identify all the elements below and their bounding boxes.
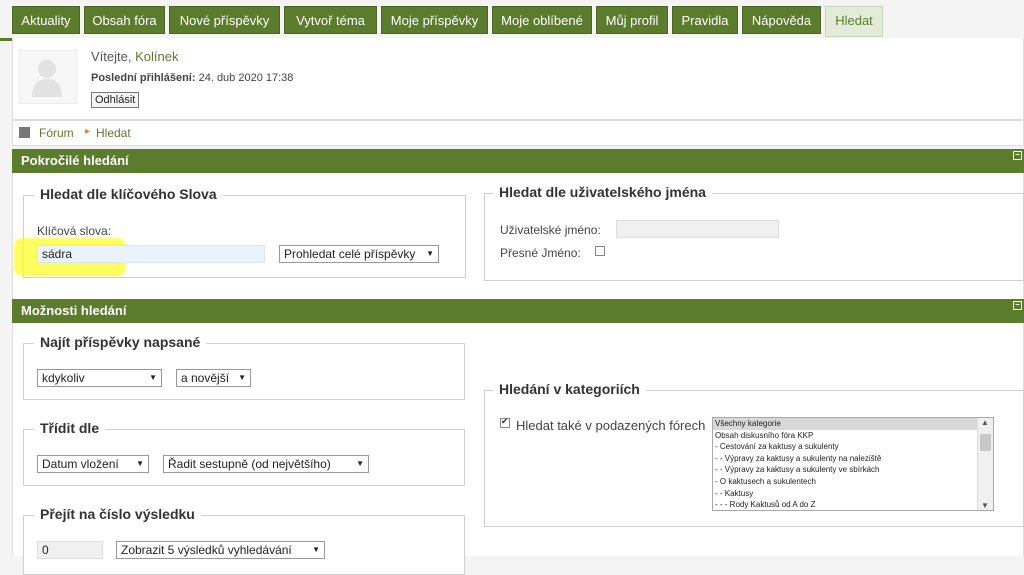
categories-legend: Hledání v kategoriích <box>493 381 646 397</box>
dropdown-arrow-icon: ▼ <box>136 459 144 468</box>
jump-legend: Přejít na číslo výsledku <box>34 506 201 522</box>
listbox-scrollbar[interactable]: ▲ ▼ <box>977 418 993 510</box>
category-option[interactable]: - Cestování za kaktusy a sukulenty <box>713 441 979 453</box>
sort-legend: Třídit dle <box>34 420 106 436</box>
category-option[interactable]: - O kaktusech a sukulentech <box>713 476 979 488</box>
last-login: Poslední přihlášení: 24. dub 2020 17:38 <box>91 72 293 84</box>
tab-nove-prispevky[interactable]: Nové příspěvky <box>169 6 280 34</box>
results-per-page-value: Zobrazit 5 výsledků vyhledávání <box>121 543 292 557</box>
sort-order-select[interactable]: Řadit sestupně (od největšího) ▼ <box>163 455 369 473</box>
tab-moje-oblibene[interactable]: Moje oblíbené <box>492 6 592 34</box>
tab-obsah-fora[interactable]: Obsah fóra <box>84 6 165 34</box>
category-option[interactable]: Obsah diskusního fóra KKP <box>713 430 979 442</box>
user-silhouette-icon <box>32 60 62 97</box>
results-per-page-select[interactable]: Zobrazit 5 výsledků vyhledávání ▼ <box>116 541 325 559</box>
search-scope-value: Prohledat celé příspěvky <box>284 247 416 261</box>
dropdown-arrow-icon: ▼ <box>149 373 157 382</box>
breadcrumb-forum-link[interactable]: Fórum <box>39 126 74 140</box>
forum-square-icon <box>19 127 30 138</box>
jump-result-input[interactable]: 0 <box>37 541 103 559</box>
scrollbar-thumb[interactable] <box>980 434 991 451</box>
dropdown-arrow-icon: ▼ <box>426 249 434 258</box>
username-input[interactable] <box>616 220 779 238</box>
last-login-value: 24. dub 2020 17:38 <box>198 72 294 84</box>
exact-name-label: Přesné Jméno: <box>500 246 581 260</box>
keyword-input[interactable]: sádra <box>37 245 265 263</box>
tab-napoveda[interactable]: Nápověda <box>742 6 821 34</box>
greeting-text: Vítejte, <box>91 49 132 64</box>
logout-button[interactable]: Odhlásit <box>91 92 140 108</box>
search-options-header: Možnosti hledání − <box>12 299 1024 323</box>
category-option[interactable]: - - Výpravy za kaktusy a sukulenty ve sb… <box>713 464 979 476</box>
main-nav-tabs: Aktuality Obsah fóra Nové příspěvky Vytv… <box>0 0 1024 41</box>
exact-name-checkbox[interactable] <box>595 246 605 256</box>
scroll-down-icon[interactable]: ▼ <box>981 501 989 510</box>
category-option[interactable]: - - Výpravy za kaktusy a sukulenty na na… <box>713 453 979 465</box>
tab-hledat[interactable]: Hledat <box>825 6 883 37</box>
dropdown-arrow-icon: ▼ <box>356 459 364 468</box>
tab-muj-profil[interactable]: Můj profil <box>596 6 668 34</box>
username-link[interactable]: Kolínek <box>135 49 178 64</box>
categories-listbox[interactable]: Všechny kategorie Obsah diskusního fóra … <box>712 417 994 511</box>
welcome-greeting: Vítejte, Kolínek <box>91 49 178 64</box>
avatar[interactable] <box>19 50 77 104</box>
category-option[interactable]: - - Kaktusy <box>713 488 979 500</box>
collapse-icon[interactable]: − <box>1013 301 1022 310</box>
breadcrumb: Fórum ▸ Hledat <box>12 120 1024 146</box>
subforums-checkbox[interactable] <box>500 416 510 428</box>
category-option[interactable]: - - - Rody Kaktusů od A do Z <box>713 499 979 510</box>
tab-moje-prispevky[interactable]: Moje příspěvky <box>381 6 488 34</box>
dropdown-arrow-icon: ▼ <box>238 373 246 382</box>
last-login-label: Poslední přihlášení: <box>91 72 196 84</box>
welcome-panel: Vítejte, Kolínek Poslední přihlášení: 24… <box>12 38 1024 120</box>
category-option[interactable]: Všechny kategorie <box>713 418 979 430</box>
search-scope-select[interactable]: Prohledat celé příspěvky ▼ <box>279 245 439 263</box>
username-label: Uživatelské jméno: <box>500 223 601 237</box>
posted-period-value: kdykoliv <box>42 371 85 385</box>
advanced-search-title: Pokročilé hledání <box>21 153 129 168</box>
username-legend: Hledat dle uživatelského jména <box>493 184 712 200</box>
sort-order-value: Řadit sestupně (od největšího) <box>168 457 331 471</box>
keyword-legend: Hledat dle klíčového Slova <box>34 186 223 202</box>
sort-field-value: Datum vložení <box>42 457 119 471</box>
keyword-label: Klíčová slova: <box>37 224 112 238</box>
subforums-label: Hledat také v podazených fórech <box>516 418 706 433</box>
breadcrumb-arrow-icon: ▸ <box>85 126 91 137</box>
posted-legend: Najít příspěvky napsané <box>34 334 207 350</box>
search-options-title: Možnosti hledání <box>21 303 127 318</box>
sort-field-select[interactable]: Datum vložení ▼ <box>37 455 149 473</box>
scroll-up-icon[interactable]: ▲ <box>981 418 989 427</box>
tab-aktuality[interactable]: Aktuality <box>12 6 80 34</box>
breadcrumb-current[interactable]: Hledat <box>96 126 131 140</box>
advanced-search-header: Pokročilé hledání − <box>12 149 1024 173</box>
posted-period-select[interactable]: kdykoliv ▼ <box>37 369 162 387</box>
collapse-icon[interactable]: − <box>1013 151 1022 160</box>
tab-pravidla[interactable]: Pravidla <box>672 6 738 34</box>
posted-direction-select[interactable]: a novější ▼ <box>176 369 251 387</box>
posted-direction-value: a novější <box>181 371 230 385</box>
tab-vytvor-tema[interactable]: Vytvoř téma <box>284 6 377 34</box>
